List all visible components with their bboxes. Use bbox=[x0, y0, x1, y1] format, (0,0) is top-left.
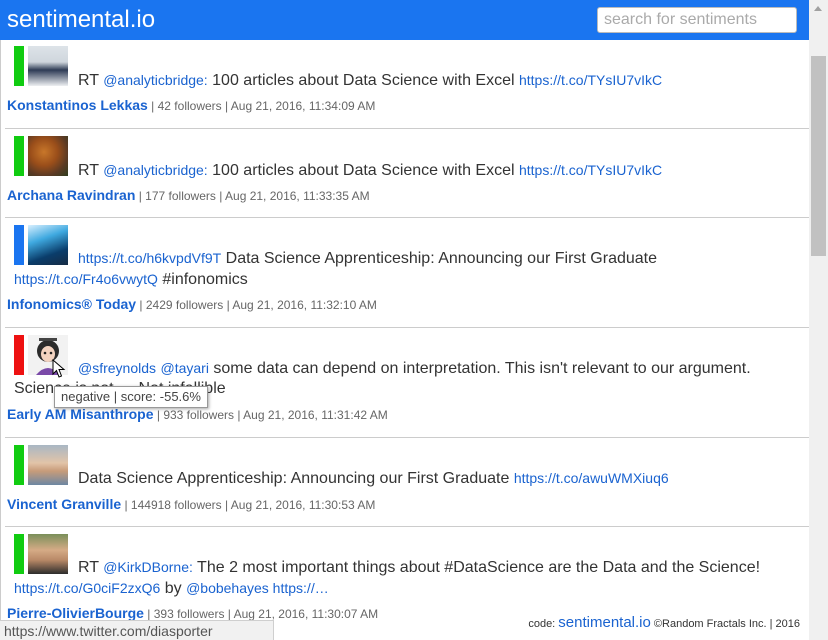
follower-count: 393 followers bbox=[153, 607, 225, 621]
tweet-timestamp: Aug 21, 2016, 11:34:09 AM bbox=[230, 99, 376, 113]
footer-link[interactable]: sentimental.io bbox=[558, 614, 651, 631]
tweet-meta: Pierre-OlivierBourge | 393 followers | A… bbox=[7, 605, 379, 621]
tweet-url-link[interactable]: https://… bbox=[269, 580, 329, 596]
status-bar-url: https://www.twitter.com/diasporter bbox=[0, 620, 274, 640]
tweet-text: RT @analyticbridge: 100 articles about D… bbox=[78, 162, 663, 179]
top-bar: sentimental.io bbox=[0, 0, 809, 40]
tweet-text: Data Science Apprenticeship: Announcing … bbox=[78, 470, 669, 487]
author-link[interactable]: Pierre-OlivierBourge bbox=[7, 605, 144, 621]
follower-count: 177 followers bbox=[145, 189, 216, 203]
tweet-url-link[interactable]: https://t.co/TYsIU7vIkC bbox=[519, 162, 662, 178]
tweet-meta: Infonomics® Today | 2429 followers | Aug… bbox=[7, 296, 377, 312]
follower-count: 933 followers bbox=[163, 408, 235, 422]
tweet-url-link[interactable]: https://t.co/Fr4o6vwytQ bbox=[14, 271, 158, 287]
tweet-url-link[interactable]: https://t.co/G0ciF2zxQ6 bbox=[14, 580, 160, 596]
follower-count: 42 followers bbox=[157, 99, 222, 113]
follower-count: 144918 followers bbox=[130, 498, 222, 512]
follower-count: 2429 followers bbox=[145, 298, 224, 312]
tweet-url-link[interactable]: https://t.co/awuWMXiuq6 bbox=[514, 470, 669, 486]
tweet-text: https://t.co/h6kvpdVf9T Data Science App… bbox=[14, 250, 657, 288]
tweet-url-link[interactable]: https://t.co/h6kvpdVf9T bbox=[78, 250, 221, 266]
mention-link[interactable]: @analyticbridge: bbox=[103, 72, 208, 88]
mention-link[interactable]: @bobehayes bbox=[186, 580, 269, 596]
vertical-scrollbar[interactable] bbox=[809, 0, 828, 640]
mention-link[interactable]: @sfreynolds bbox=[78, 360, 156, 376]
scroll-thumb[interactable] bbox=[811, 56, 826, 256]
tweet-timestamp: Aug 21, 2016, 11:30:53 AM bbox=[230, 498, 376, 512]
tweet-meta: Archana Ravindran | 177 followers | Aug … bbox=[7, 187, 370, 203]
mention-link[interactable]: @analyticbridge: bbox=[103, 162, 208, 178]
author-link[interactable]: Archana Ravindran bbox=[7, 187, 135, 203]
tweet-divider bbox=[5, 217, 809, 218]
tweet-timestamp: Aug 21, 2016, 11:30:07 AM bbox=[233, 607, 379, 621]
footer: code: sentimental.io ©Random Fractals In… bbox=[528, 614, 800, 631]
tweet-timestamp: Aug 21, 2016, 11:33:35 AM bbox=[225, 189, 370, 203]
author-link[interactable]: Infonomics® Today bbox=[7, 296, 136, 312]
tweet-divider bbox=[5, 327, 809, 328]
sentiment-tooltip: negative | score: -55.6% bbox=[54, 386, 208, 408]
tweet-meta: Konstantinos Lekkas | 42 followers | Aug… bbox=[7, 97, 376, 113]
mouse-pointer-icon bbox=[52, 359, 66, 378]
brand-logo[interactable]: sentimental.io bbox=[7, 6, 155, 34]
tweet-meta: Vincent Granville | 144918 followers | A… bbox=[7, 496, 376, 512]
scroll-up-arrow-icon[interactable] bbox=[809, 0, 828, 17]
tweet-timestamp: Aug 21, 2016, 11:32:10 AM bbox=[232, 298, 377, 312]
mention-link[interactable]: @KirkDBorne: bbox=[103, 559, 193, 575]
tweet-text: RT @analyticbridge: 100 articles about D… bbox=[78, 72, 663, 89]
tweet-url-link[interactable]: https://t.co/TYsIU7vIkC bbox=[519, 72, 662, 88]
tweet-timestamp: Aug 21, 2016, 11:31:42 AM bbox=[243, 408, 388, 422]
tweet-divider bbox=[5, 437, 809, 438]
tweet-divider bbox=[5, 526, 809, 527]
author-link[interactable]: Vincent Granville bbox=[7, 496, 121, 512]
tweet-meta: Early AM Misanthrope | 933 followers | A… bbox=[7, 406, 388, 422]
author-link[interactable]: Early AM Misanthrope bbox=[7, 406, 154, 422]
author-link[interactable]: Konstantinos Lekkas bbox=[7, 97, 148, 113]
tweet-text: RT @KirkDBorne: The 2 most important thi… bbox=[14, 559, 761, 597]
feed-left-border bbox=[0, 40, 1, 640]
search-input[interactable] bbox=[597, 7, 797, 33]
tweet-divider bbox=[5, 128, 809, 129]
mention-link[interactable]: @tayari bbox=[160, 360, 208, 376]
